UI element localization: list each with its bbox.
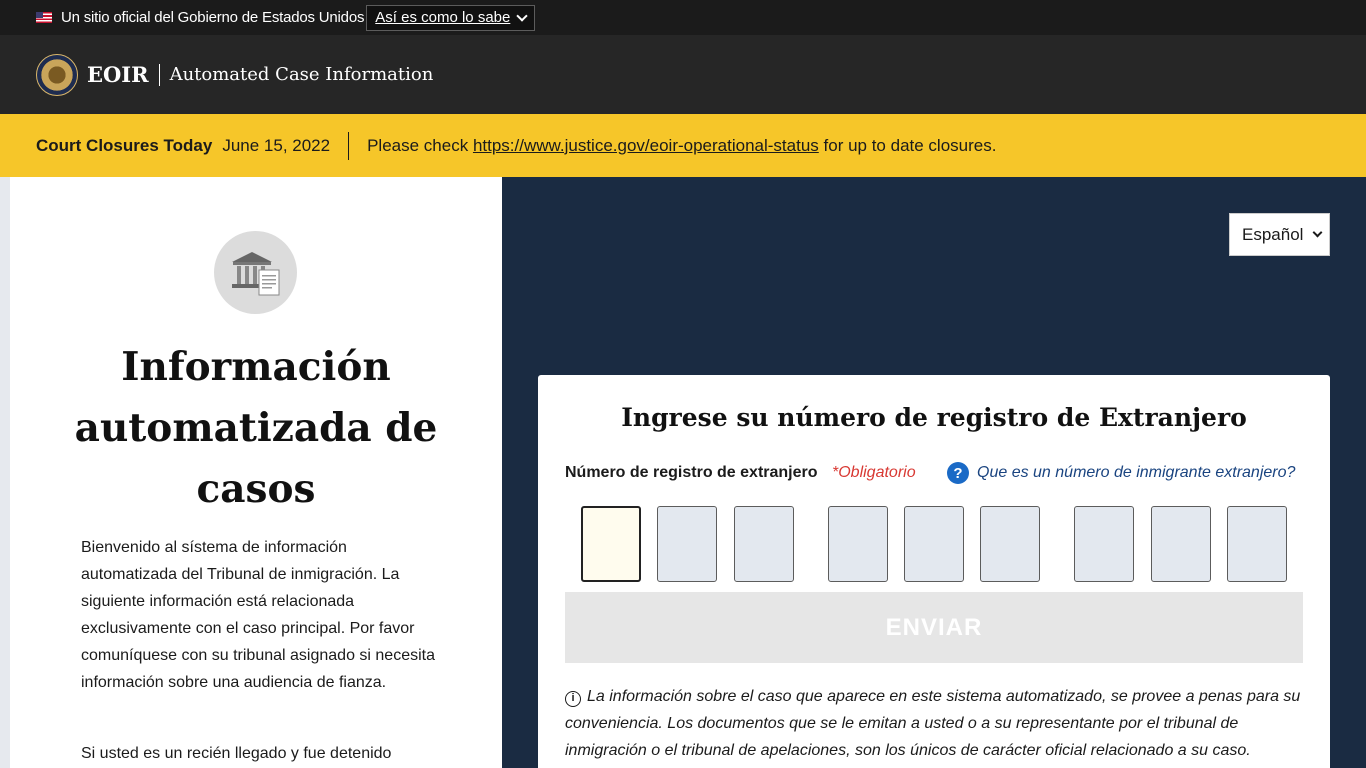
- alert-prefix: Please check: [367, 135, 469, 155]
- form-title: Ingrese su número de registro de Extranj…: [621, 403, 1247, 432]
- a-number-form: Ingrese su número de registro de Extranj…: [538, 375, 1330, 768]
- page-title: Información automatizada de casos: [74, 344, 438, 512]
- a-number-digit-6[interactable]: [980, 506, 1040, 582]
- chevron-down-icon: [1312, 227, 1323, 238]
- courthouse-document-icon: [214, 231, 297, 314]
- lookup-panel: Español Ingrese su número de registro de…: [502, 177, 1366, 768]
- a-number-digit-4[interactable]: [828, 506, 888, 582]
- intro-text-2: Si usted es un recién llegado y fue dete…: [81, 745, 392, 762]
- alert-divider: [348, 131, 350, 160]
- required-label: *Obligatorio: [832, 464, 916, 481]
- submit-button[interactable]: ENVIAR: [565, 592, 1303, 663]
- help-icon[interactable]: ?: [947, 462, 969, 484]
- a-number-digit-1[interactable]: [581, 506, 641, 582]
- chevron-down-icon: [516, 9, 529, 22]
- alert-date: June 15, 2022: [222, 135, 331, 155]
- operational-status-link[interactable]: https://www.justice.gov/eoir-operational…: [473, 136, 819, 156]
- a-number-digit-7[interactable]: [1074, 506, 1134, 582]
- gov-banner-text: Un sitio oficial del Gobierno de Estados…: [61, 9, 365, 26]
- a-number-digit-5[interactable]: [904, 506, 964, 582]
- disclaimer: i La información sobre el caso que aparec…: [565, 683, 1305, 764]
- app-title[interactable]: Automated Case Information: [170, 64, 434, 85]
- a-number-digit-2[interactable]: [657, 506, 717, 582]
- info-panel: Información automatizada de casos Bienve…: [10, 177, 502, 768]
- alert-suffix: for up to date closures.: [823, 135, 997, 155]
- a-number-digit-3[interactable]: [734, 506, 794, 582]
- brand-name[interactable]: EOIR: [87, 62, 149, 87]
- doj-seal-icon[interactable]: [36, 53, 78, 96]
- language-select[interactable]: Español: [1229, 213, 1330, 256]
- gov-banner-toggle-label: Así es como lo sabe: [375, 9, 511, 26]
- gov-banner: Un sitio oficial del Gobierno de Estados…: [0, 0, 1366, 35]
- a-number-digit-8[interactable]: [1151, 506, 1211, 582]
- gov-banner-toggle[interactable]: Así es como lo sabe: [366, 4, 536, 31]
- alert-title: Court Closures Today: [36, 135, 213, 155]
- intro-text: Bienvenido al sístema de información aut…: [81, 539, 435, 691]
- a-number-label: Número de registro de extranjero: [565, 464, 818, 481]
- info-icon: i: [565, 690, 581, 707]
- a-number-digit-9[interactable]: [1227, 506, 1287, 582]
- site-header: EOIR Automated Case Information: [0, 35, 1366, 114]
- closure-alert: Court Closures Today June 15, 2022 Pleas…: [0, 114, 1366, 177]
- disclaimer-text: La información sobre el caso que aparece…: [565, 688, 1301, 759]
- a-number-help-link[interactable]: Que es un número de inmigrante extranjer…: [977, 464, 1295, 482]
- us-flag-icon: [36, 12, 52, 23]
- header-divider: [158, 63, 160, 86]
- language-selected: Español: [1242, 224, 1304, 244]
